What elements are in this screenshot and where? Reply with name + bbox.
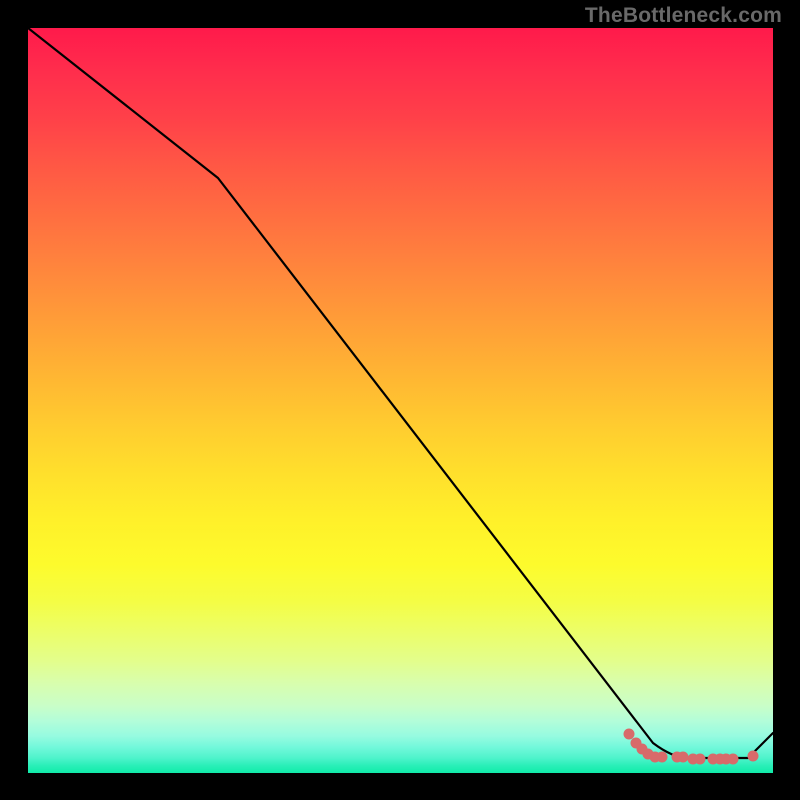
gradient-background (28, 28, 773, 773)
chart-frame: TheBottleneck.com (0, 0, 800, 800)
attribution-text: TheBottleneck.com (585, 4, 782, 28)
